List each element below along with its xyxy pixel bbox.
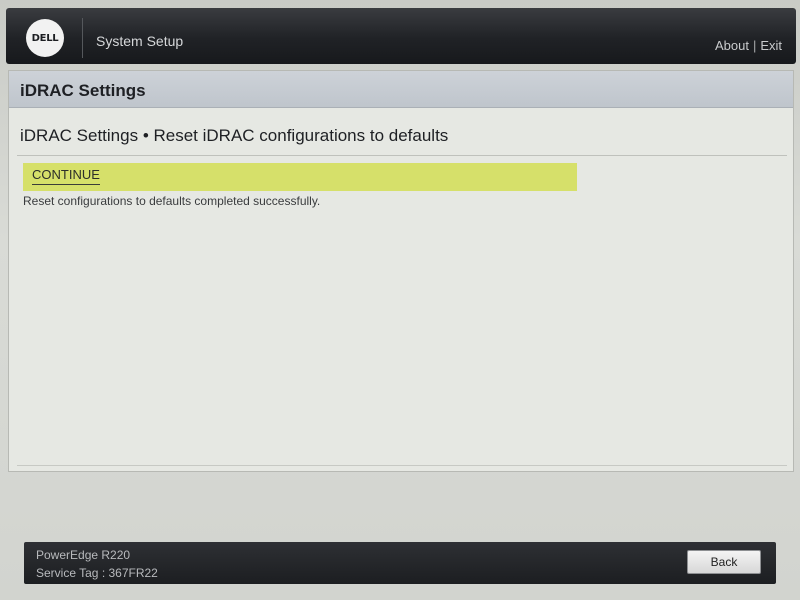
main-panel: iDRAC Settings iDRAC Settings • Reset iD… (8, 70, 794, 472)
dell-logo-text: DELL (31, 32, 59, 44)
content-divider (17, 465, 787, 466)
system-setup-screen: DELL System Setup About | Exit iDRAC Setti… (0, 0, 800, 600)
top-header-bar: DELL System Setup About | Exit (6, 8, 796, 64)
back-button[interactable]: Back (687, 550, 761, 574)
panel-header: iDRAC Settings (9, 71, 793, 108)
link-separator: | (752, 38, 757, 53)
app-title: System Setup (96, 33, 184, 49)
status-message: Reset configurations to defaults complet… (23, 194, 321, 208)
continue-link[interactable]: CONTINUE (32, 167, 100, 185)
service-tag: Service Tag : 367FR22 (36, 566, 158, 580)
header-links: About | Exit (715, 38, 782, 53)
header-divider (82, 18, 83, 58)
dell-logo-icon: DELL (26, 19, 64, 57)
about-link[interactable]: About (715, 38, 749, 53)
subtitle-divider (17, 155, 787, 156)
page-subtitle: iDRAC Settings • Reset iDRAC configurati… (20, 126, 449, 145)
panel-title: iDRAC Settings (20, 81, 146, 100)
system-model: PowerEdge R220 (36, 548, 131, 562)
exit-link[interactable]: Exit (760, 38, 782, 53)
footer-bar: PowerEdge R220 Service Tag : 367FR22 Bac… (24, 542, 776, 584)
continue-row[interactable]: CONTINUE (23, 163, 577, 191)
